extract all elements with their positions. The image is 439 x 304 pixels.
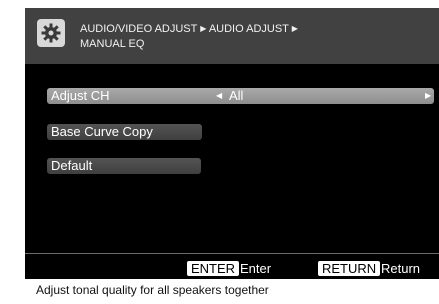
enter-key-badge[interactable]: ENTER: [187, 261, 240, 276]
help-text: Adjust tonal quality for all speakers to…: [36, 283, 269, 297]
adjust-ch-label: Adjust CH: [51, 88, 110, 103]
left-arrow-icon[interactable]: ◀: [216, 88, 222, 104]
footer-divider: [25, 253, 439, 254]
gear-icon: [37, 19, 65, 47]
page-title: MANUAL EQ: [80, 38, 145, 50]
menu-item-base-curve-copy[interactable]: Base Curve Copy: [47, 124, 202, 140]
osd-screen: AUDIO/VIDEO ADJUST ▶ AUDIO ADJUST ▶ MANU…: [25, 8, 439, 279]
key-guide: ENTER Enter RETURN Return: [25, 261, 439, 277]
menu-item-default[interactable]: Default: [47, 158, 201, 174]
breadcrumb-item-av-adjust: AUDIO/VIDEO ADJUST: [80, 23, 198, 35]
breadcrumb-item-audio-adjust: AUDIO ADJUST: [208, 23, 289, 35]
return-action-label: Return: [381, 261, 421, 276]
enter-action-label: Enter: [240, 261, 272, 276]
menu-item-adjust-ch[interactable]: Adjust CH ◀ All ▶: [47, 88, 434, 104]
menu-header: AUDIO/VIDEO ADJUST ▶ AUDIO ADJUST ▶ MANU…: [25, 8, 439, 64]
breadcrumb-separator-icon: ▶: [291, 24, 298, 33]
right-arrow-icon[interactable]: ▶: [425, 88, 431, 104]
breadcrumb: AUDIO/VIDEO ADJUST ▶ AUDIO ADJUST ▶ MANU…: [80, 21, 430, 52]
breadcrumb-separator-icon: ▶: [200, 24, 207, 33]
adjust-ch-value: All: [229, 88, 244, 103]
return-key-badge[interactable]: RETURN: [318, 261, 381, 276]
